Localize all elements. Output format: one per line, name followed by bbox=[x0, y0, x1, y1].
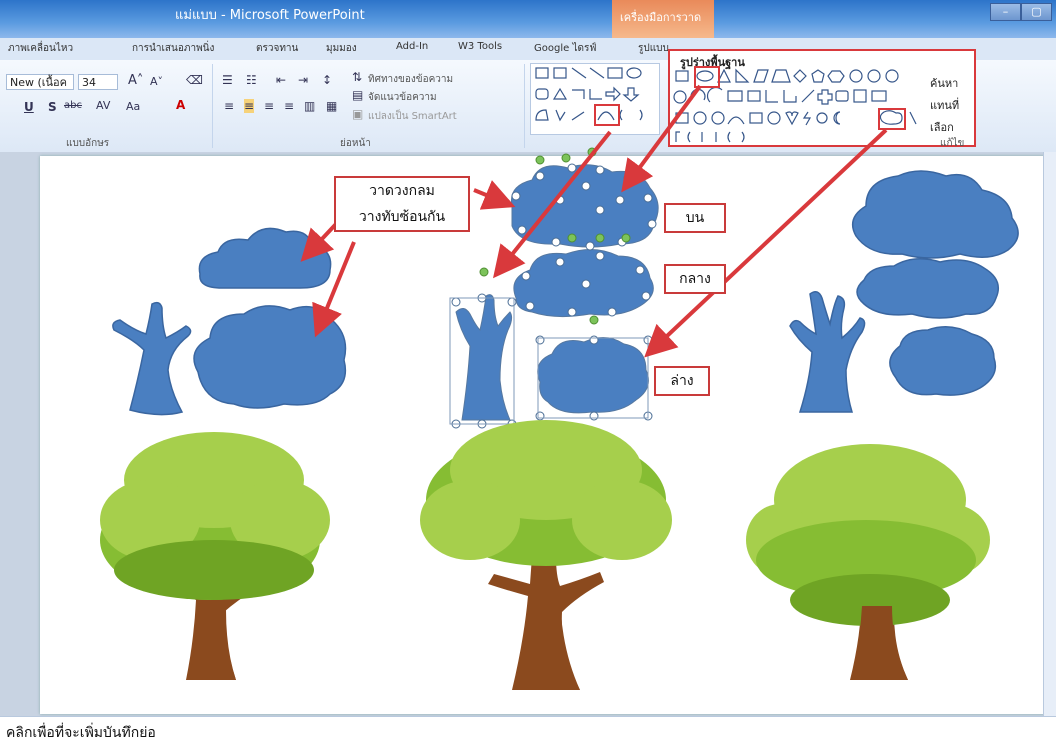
slide-artwork bbox=[100, 84, 1019, 690]
tree-center bbox=[420, 420, 672, 690]
tree-left bbox=[100, 432, 330, 680]
notes-placeholder[interactable]: คลิกเพื่อที่จะเพิ่มบันทึกย่อ bbox=[6, 722, 156, 744]
top-cloud-group bbox=[510, 164, 659, 248]
callout-draw-circle: วาดวงกลม bbox=[369, 183, 435, 199]
right-bottom-cloud bbox=[889, 326, 997, 396]
callout-draw-circle-group: วาดวงกลม วางทับซ้อนกัน bbox=[334, 176, 470, 232]
right-middle-cloud bbox=[856, 258, 999, 319]
tree-right bbox=[746, 444, 990, 680]
callout-top: บน bbox=[664, 203, 726, 233]
notes-pane[interactable] bbox=[0, 716, 1056, 747]
right-trunk bbox=[789, 291, 866, 413]
small-cloud bbox=[198, 227, 332, 289]
callout-bottom: ล่าง bbox=[654, 366, 710, 396]
callout-overlap: วางทับซ้อนกัน bbox=[358, 209, 446, 225]
center-trunk bbox=[455, 294, 513, 421]
bottom-cloud bbox=[537, 337, 649, 414]
right-top-cloud bbox=[851, 170, 1019, 259]
callout-middle: กลาง bbox=[664, 264, 726, 294]
left-trunk bbox=[112, 301, 192, 416]
